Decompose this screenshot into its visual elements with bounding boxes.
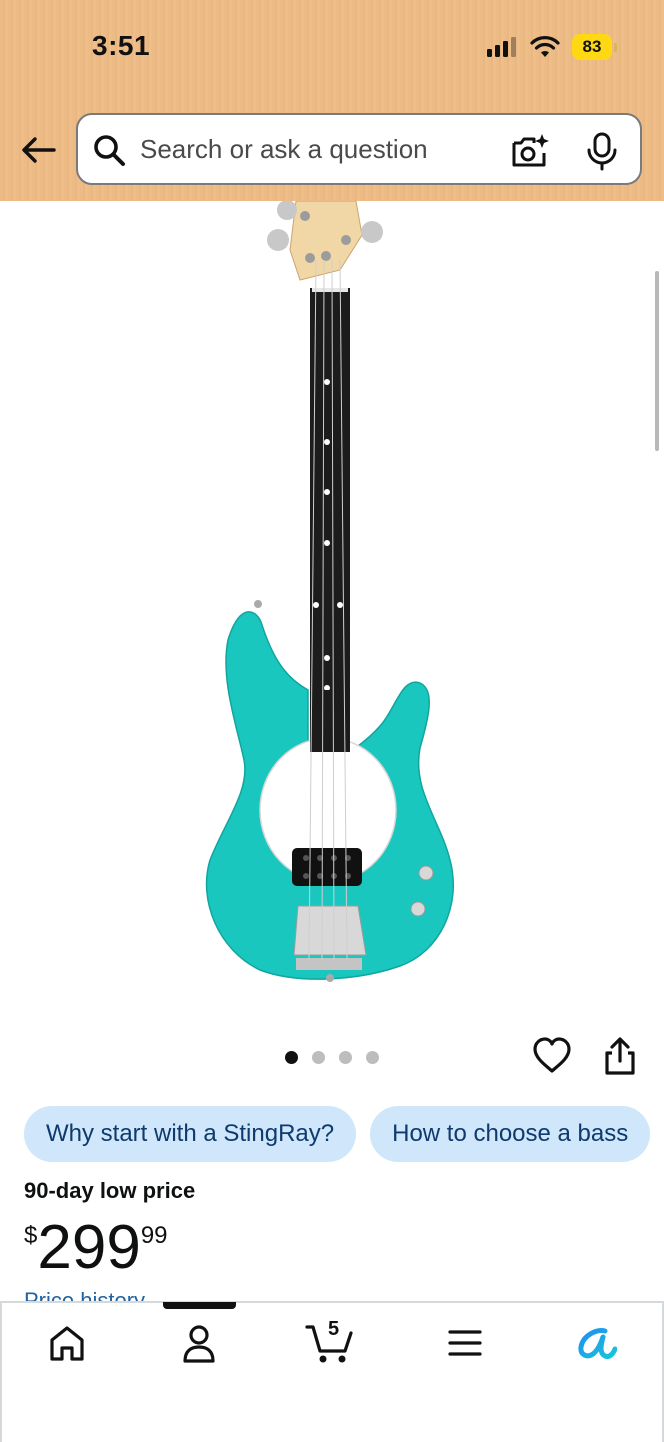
price: $ 299 99 [24,1210,168,1286]
product-image[interactable] [0,201,664,1021]
nav-rufus[interactable] [566,1318,626,1368]
battery-icon: 83 [572,34,617,60]
search-icon [94,135,125,166]
wishlist-button[interactable] [532,1036,572,1081]
chip-how-to-choose-bass[interactable]: How to choose a bass [370,1106,651,1162]
status-time: 3:51 [92,30,151,61]
chip-why-start-stingray[interactable]: Why start with a StingRay? [24,1106,357,1162]
bass-guitar-image [205,201,454,982]
question-chips: Why start with a StingRay? How to choose… [24,1106,651,1162]
nav-menu[interactable] [435,1318,495,1368]
signal-icon [487,37,516,57]
home-icon [50,1326,84,1361]
carousel-dots[interactable] [285,1051,379,1064]
price-fraction: 99 [140,1222,168,1249]
nav-account[interactable] [169,1318,229,1368]
share-icon [605,1037,635,1075]
active-tab-indicator [163,1302,236,1309]
search-bar[interactable] [76,113,642,185]
price-label: 90-day low price [24,1178,196,1203]
menu-icon [448,1330,482,1356]
share-button[interactable] [602,1036,638,1081]
carousel-dot-4[interactable] [366,1051,379,1064]
arrow-left-icon [22,137,56,163]
rufus-icon [578,1328,617,1359]
search-input[interactable] [140,115,480,183]
person-icon [183,1325,215,1363]
camera-sparkle-icon[interactable] [510,131,550,171]
microphone-icon[interactable] [584,131,620,171]
carousel-dot-2[interactable] [312,1051,325,1064]
battery-level: 83 [582,37,602,56]
heart-icon [533,1037,571,1073]
carousel-dot-1[interactable] [285,1051,298,1064]
price-whole: 299 [37,1213,141,1282]
top-header: 3:51 83 [0,0,664,201]
price-history-link[interactable]: Price history [24,1288,145,1302]
image-scrollbar[interactable] [655,271,659,451]
cart-count-badge: 5 [328,1318,340,1340]
wifi-icon [530,36,560,57]
price-currency: $ [24,1222,38,1249]
nav-home[interactable] [37,1318,97,1368]
status-icons: 83 [486,34,617,60]
back-button[interactable] [18,130,58,170]
carousel-dot-3[interactable] [339,1051,352,1064]
